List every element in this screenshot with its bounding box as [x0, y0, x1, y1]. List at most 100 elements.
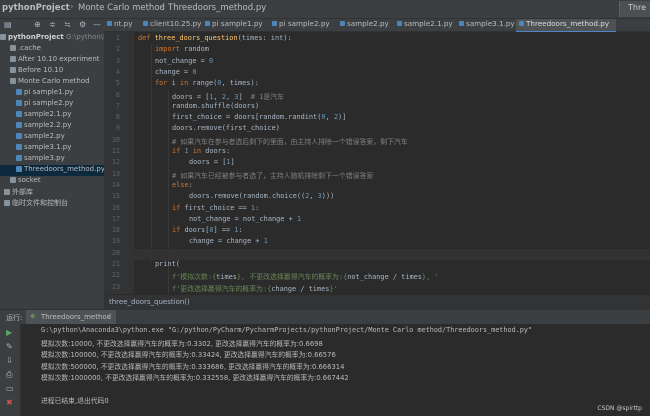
folder-icon: [10, 67, 16, 73]
code-token: i: [171, 79, 180, 88]
tree-item-label: sample2.1.py: [24, 110, 72, 118]
line-number: 7: [115, 101, 120, 110]
code-token: int: [270, 34, 284, 42]
layout-icon[interactable]: ▤: [4, 20, 12, 29]
code-token: :: [188, 180, 193, 189]
code-token: doors[: [184, 226, 210, 235]
code-token: }': [329, 284, 338, 293]
editor-tab[interactable]: sample2.1.py: [394, 19, 454, 31]
editor-tab[interactable]: client10.25.py: [140, 19, 201, 31]
editor-tab[interactable]: pi sample1.py: [202, 19, 267, 31]
code-line: def three_doors_question(times: int):: [138, 34, 292, 42]
tree-item[interactable]: Monte Carlo method: [0, 77, 114, 88]
code-line: if doors[0] == 1:: [138, 226, 243, 234]
code-line: change = change + 1: [138, 237, 268, 245]
line-number: 2: [115, 45, 120, 54]
breadcrumb-separator: ›: [70, 2, 74, 12]
code-token: not_change =: [155, 56, 209, 65]
code-token: ,: [213, 92, 222, 101]
line-number: 10: [111, 135, 120, 144]
code-breadcrumb-bar: three_doors_question(): [104, 295, 650, 309]
line-number: 1: [115, 34, 120, 42]
code-token: ))): [321, 192, 335, 201]
library-icon: [4, 200, 10, 206]
tab-label: pi sample1.py: [212, 19, 263, 28]
tree-item[interactable]: Threedoors_method.py: [0, 165, 120, 176]
tree-item[interactable]: Before 10.10: [0, 66, 114, 77]
close-icon[interactable]: ×: [106, 313, 112, 321]
code-line: f'模拟次数:{times}, 不更改选择赢得汽车的概率为:{not_chang…: [138, 271, 439, 281]
code-line: # 如果汽车已经被参与者选了，主持人随机排除剩下一个错误答案: [138, 170, 373, 180]
console-output-line: 模拟次数:100000, 不更改选择赢得汽车的概率为:0.33424, 更改选择…: [41, 351, 336, 359]
code-token: not_change = not_change +: [189, 214, 297, 223]
console-output-line: 进程已结束,退出代码0: [41, 397, 109, 405]
tree-item[interactable]: sample2.py: [0, 132, 120, 143]
tree-root-project[interactable]: pythonProject G:\python\PyC: [0, 33, 104, 44]
run-tab[interactable]: ◆ Threedoors_method ×: [26, 310, 116, 324]
tree-item[interactable]: sample2.1.py: [0, 110, 120, 121]
line-number: 17: [111, 214, 120, 223]
editor-tab[interactable]: Threedoors_method.py: [516, 19, 616, 33]
code-token: f'更改选择赢得汽车的概率为:{: [172, 284, 272, 293]
editor-tab[interactable]: pi sample2.py: [269, 19, 335, 31]
code-token: random: [184, 45, 209, 54]
code-line: else:: [138, 181, 193, 189]
tree-item[interactable]: After 10.10 experiment: [0, 55, 114, 66]
code-token: range(: [192, 79, 218, 88]
console-output-line: 模拟次数:500000, 不更改选择赢得汽车的概率为:0.333686, 更改选…: [41, 362, 345, 371]
line-number: 6: [115, 90, 120, 99]
minimize-icon[interactable]: —: [93, 20, 101, 29]
line-number: 5: [115, 79, 120, 88]
tree-item[interactable]: socket: [0, 176, 114, 187]
line-number: 14: [111, 180, 120, 189]
tree-item[interactable]: pi sample2.py: [0, 99, 120, 110]
tab-label: Threedoors_method.py: [526, 19, 610, 28]
editor-tab[interactable]: sample2.py: [337, 19, 392, 31]
collapse-icon[interactable]: ≑: [49, 20, 56, 29]
run-config-label: Thre: [628, 3, 646, 12]
delete-icon[interactable]: ✖: [6, 398, 13, 407]
code-token: for: [155, 79, 172, 88]
editor-tab[interactable]: sample3.1.py: [456, 19, 515, 31]
line-number: 22: [111, 271, 120, 280]
code-line: doors = [1, 2, 3] # 1是汽车: [138, 91, 284, 101]
run-console[interactable]: G:\python\Anaconda3\python.exe "G:/pytho…: [21, 324, 650, 416]
tree-item-label: sample3.py: [24, 154, 65, 162]
tree-item[interactable]: pi sample1.py: [0, 88, 120, 99]
line-number: 19: [111, 237, 120, 246]
breadcrumb-project[interactable]: pythonProject: [2, 3, 70, 13]
code-token: import: [155, 45, 185, 54]
run-panel-label: 运行:: [6, 314, 23, 322]
tree-item[interactable]: .cache: [0, 44, 114, 55]
run-config-selector[interactable]: Thre: [619, 1, 650, 17]
code-breadcrumb[interactable]: three_doors_question(): [109, 298, 190, 306]
code-token: }, ': [421, 273, 439, 282]
tree-item[interactable]: sample2.2.py: [0, 121, 120, 132]
tree-item[interactable]: sample3.py: [0, 154, 120, 165]
breadcrumb-file[interactable]: Threedoors_method.py: [168, 3, 266, 13]
expand-icon[interactable]: ≒: [64, 20, 71, 29]
rerun-icon[interactable]: ▶: [6, 328, 12, 337]
tree-item[interactable]: sample3.1.py: [0, 143, 120, 154]
code-line: print(: [138, 260, 180, 268]
line-number: 3: [115, 56, 120, 65]
console-output-line: 模拟次数:1000000, 不更改选择赢得汽车的概率为:0.332558, 更改…: [41, 374, 349, 382]
print-icon[interactable]: ⎙: [6, 370, 12, 380]
tree-item-label: sample2.2.py: [24, 121, 72, 129]
tree-item[interactable]: 临时文件和控制台: [0, 198, 108, 209]
gear-icon[interactable]: ⚙: [79, 20, 86, 29]
scroll-end-icon[interactable]: ⇩: [6, 356, 13, 365]
code-editor[interactable]: def three_doors_question(times: int): imp…: [134, 32, 650, 294]
code-token: if: [172, 203, 185, 212]
breadcrumb-folder[interactable]: Monte Carlo method: [78, 3, 165, 13]
wrench-icon[interactable]: ✎: [6, 342, 13, 351]
tree-item-label: sample2.py: [24, 132, 65, 140]
tree-item-label: Monte Carlo method: [18, 77, 90, 85]
locate-icon[interactable]: ⊕: [34, 20, 41, 29]
pin-icon[interactable]: ▭: [6, 384, 14, 393]
python-icon: ◆: [30, 312, 36, 320]
line-number: 15: [111, 192, 120, 201]
python-file-icon: [459, 21, 464, 26]
tree-item[interactable]: 外部库: [0, 187, 108, 198]
editor-tab[interactable]: nt.py: [104, 19, 138, 31]
